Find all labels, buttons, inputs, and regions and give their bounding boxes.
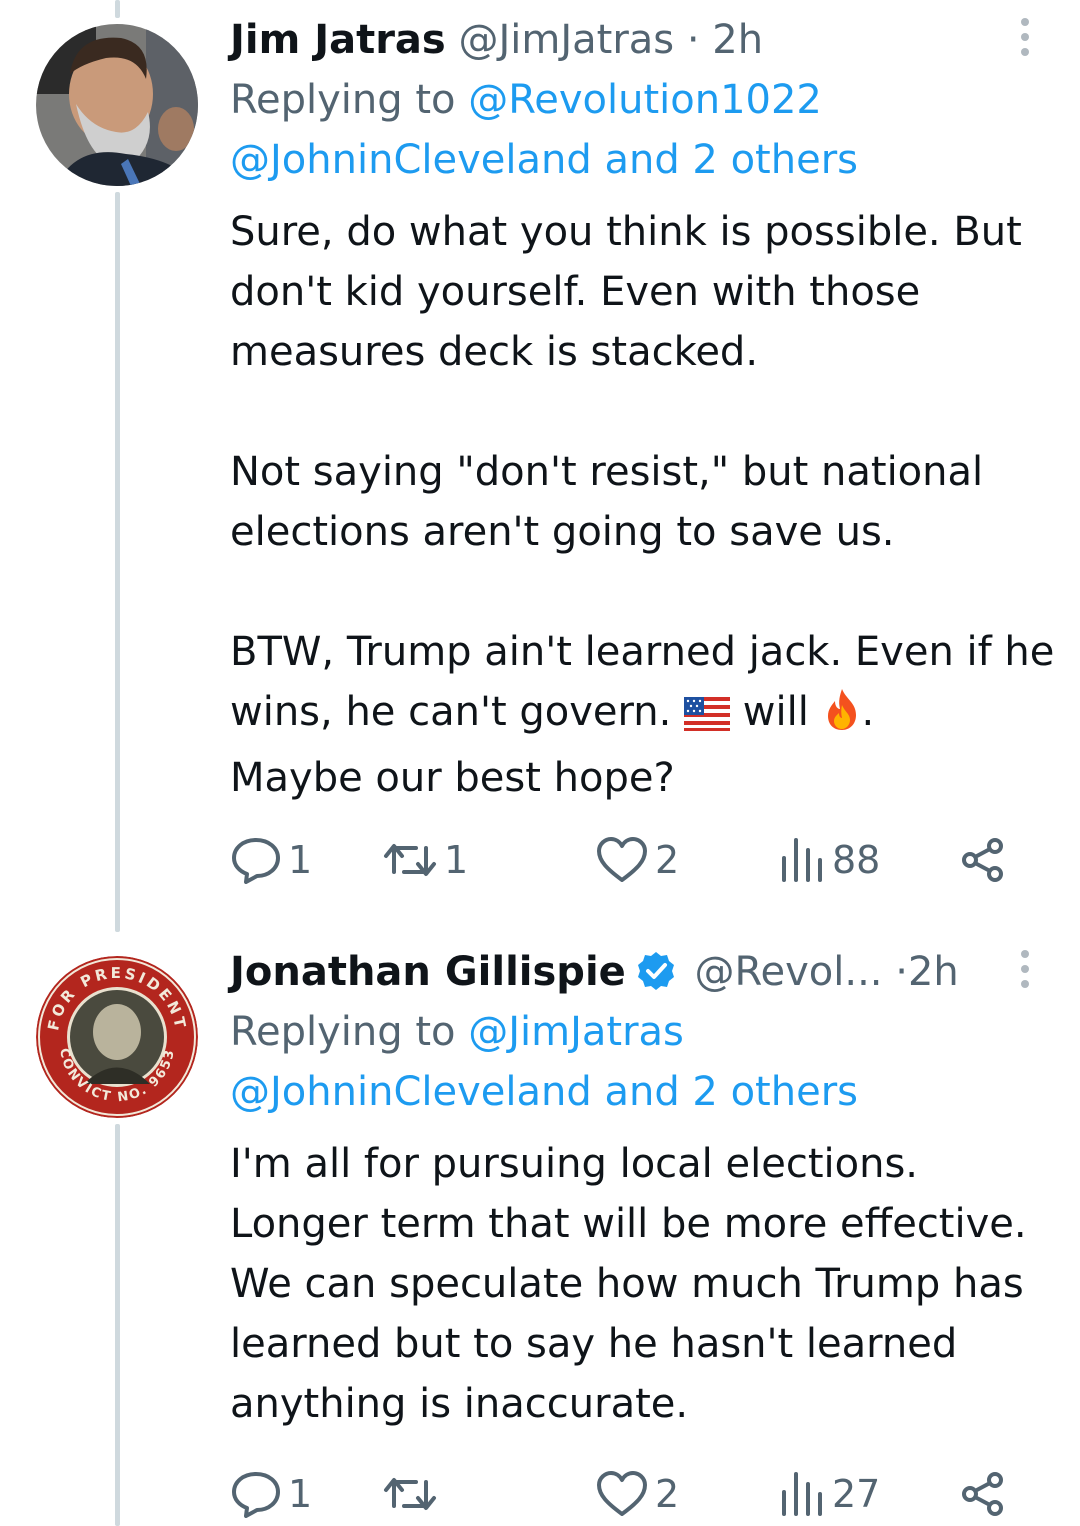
timestamp[interactable]: 2h bbox=[712, 17, 763, 63]
separator: · bbox=[895, 949, 908, 995]
avatar[interactable] bbox=[36, 24, 198, 186]
retweet-button[interactable] bbox=[382, 1464, 444, 1524]
handle[interactable]: @JimJatras bbox=[458, 17, 674, 63]
reply-button[interactable]: 1 bbox=[230, 1464, 312, 1524]
tweet-paragraph: Not saying "don't resist," but national … bbox=[230, 449, 984, 555]
tweet-paragraph: BTW, Trump ain't learned jack. Even if h… bbox=[230, 622, 1060, 748]
replying-to: Replying to @Revolution1022 bbox=[230, 70, 1060, 130]
reply-icon bbox=[232, 1472, 280, 1518]
retweet-icon bbox=[384, 1478, 436, 1510]
tweet-text: I'm all for pursuing local elections. Lo… bbox=[230, 1141, 1027, 1427]
tweet-header: Jonathan Gillispie @Revol... ·2h bbox=[230, 942, 1060, 1002]
share-button[interactable] bbox=[960, 830, 1006, 890]
more-options-icon[interactable] bbox=[1010, 950, 1040, 994]
reply-button[interactable]: 1 bbox=[230, 830, 312, 890]
tweet-jonathan-gillispie[interactable]: FOR PRESIDENT CONVICT NO. 9653 Jonathan … bbox=[0, 932, 1080, 1526]
replying-to-label: Replying to bbox=[230, 1009, 456, 1055]
display-name[interactable]: Jim Jatras bbox=[230, 17, 446, 63]
views-count: 88 bbox=[832, 838, 881, 882]
heart-icon bbox=[597, 837, 647, 882]
tweet-text: Sure, do what you think is possible. But… bbox=[230, 202, 1060, 808]
like-button[interactable]: 2 bbox=[595, 1464, 679, 1524]
views-count: 27 bbox=[832, 1472, 881, 1516]
replying-to: Replying to @JimJatras bbox=[230, 1002, 1060, 1062]
tweet-text-fragment: will bbox=[730, 689, 822, 735]
avatar-photo bbox=[36, 24, 198, 186]
display-name[interactable]: Jonathan Gillispie bbox=[230, 949, 626, 995]
mention-others-link[interactable]: @JohninCleveland and 2 others bbox=[230, 130, 1060, 190]
mention-others-link[interactable]: @JohninCleveland and 2 others bbox=[230, 1062, 1060, 1122]
reply-icon bbox=[232, 838, 280, 884]
fire-icon bbox=[822, 687, 862, 748]
retweet-icon bbox=[384, 844, 436, 876]
heart-icon bbox=[597, 1471, 647, 1516]
share-icon bbox=[962, 1472, 1003, 1516]
us-flag-icon bbox=[684, 688, 731, 748]
tweet-paragraph: Sure, do what you think is possible. But… bbox=[230, 209, 1022, 375]
share-icon bbox=[962, 838, 1003, 882]
views-icon bbox=[782, 1472, 822, 1516]
more-options-icon[interactable] bbox=[1010, 18, 1040, 62]
timestamp[interactable]: 2h bbox=[908, 949, 959, 995]
views-button[interactable]: 27 bbox=[778, 1464, 880, 1524]
share-button[interactable] bbox=[960, 1464, 1006, 1524]
mention-link[interactable]: @Revolution1022 bbox=[468, 77, 822, 123]
handle[interactable]: @Revol... bbox=[695, 949, 883, 995]
tweet-paragraph: Maybe our best hope? bbox=[230, 755, 675, 801]
views-icon bbox=[782, 838, 822, 882]
tweet-header: Jim Jatras @JimJatras · 2h bbox=[230, 10, 1060, 70]
verified-badge-icon[interactable] bbox=[636, 948, 676, 990]
separator: · bbox=[686, 17, 700, 63]
tweet-text-fragment: . bbox=[861, 689, 875, 735]
like-count: 2 bbox=[655, 838, 680, 882]
views-button[interactable]: 88 bbox=[778, 830, 880, 890]
tweet-actions: 1 2 27 bbox=[230, 1464, 1010, 1524]
reply-count: 1 bbox=[288, 1472, 313, 1516]
retweet-count: 1 bbox=[444, 838, 469, 882]
replying-to-label: Replying to bbox=[230, 77, 456, 123]
avatar-campaign-button: FOR PRESIDENT CONVICT NO. 9653 bbox=[36, 956, 198, 1118]
reply-count: 1 bbox=[288, 838, 313, 882]
tweet-jim-jatras[interactable]: Jim Jatras @JimJatras · 2h Replying to @… bbox=[0, 0, 1080, 920]
tweet-text-fragment: BTW, Trump ain't learned jack. Even if h… bbox=[230, 629, 1055, 735]
like-count: 2 bbox=[655, 1472, 680, 1516]
retweet-button[interactable]: 1 bbox=[382, 830, 468, 890]
mention-link[interactable]: @JimJatras bbox=[468, 1009, 684, 1055]
avatar[interactable]: FOR PRESIDENT CONVICT NO. 9653 bbox=[36, 956, 198, 1118]
tweet-actions: 1 1 2 88 bbox=[230, 830, 1010, 890]
like-button[interactable]: 2 bbox=[595, 830, 679, 890]
